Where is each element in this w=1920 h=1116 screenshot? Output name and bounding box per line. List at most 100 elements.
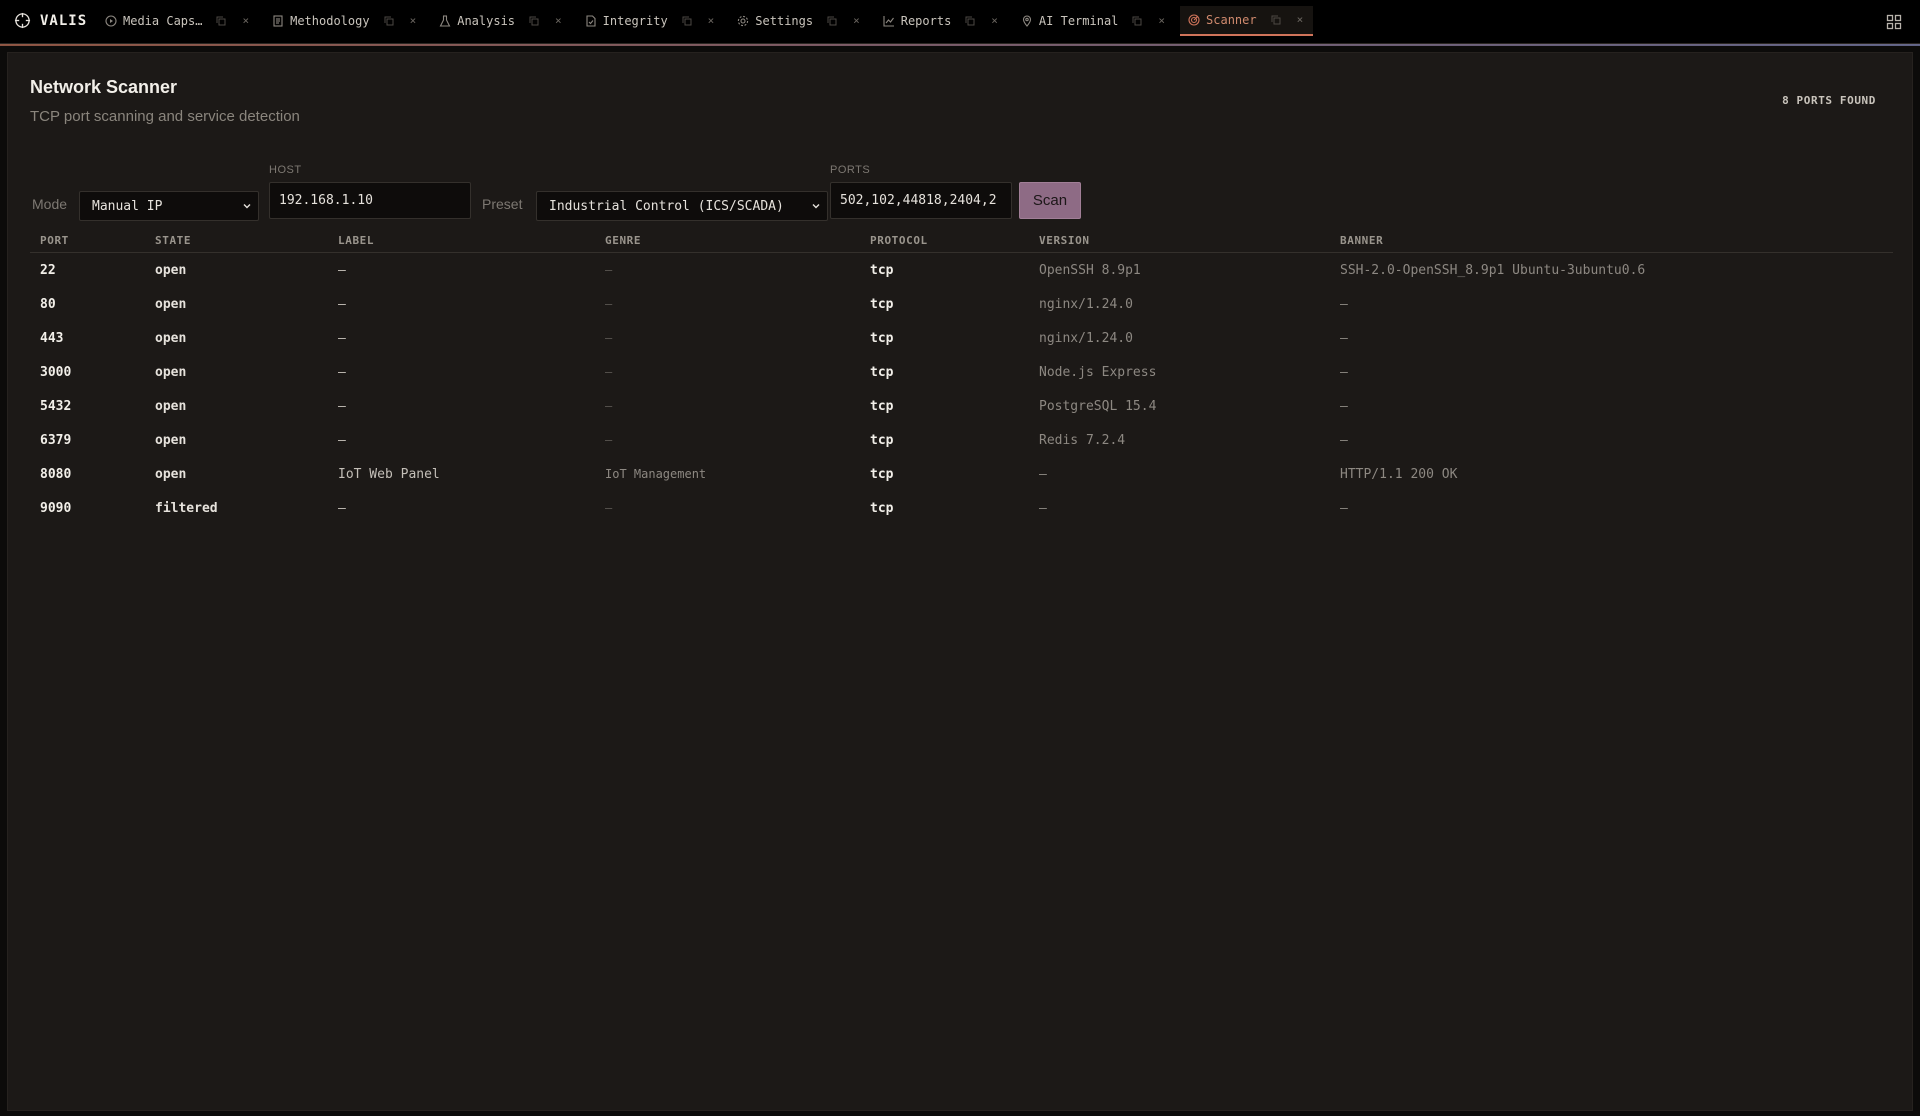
- duplicate-icon[interactable]: [529, 16, 539, 26]
- duplicate-icon[interactable]: [384, 16, 394, 26]
- table-row[interactable]: 6379 open — — tcp Redis 7.2.4 —: [30, 424, 1893, 458]
- cell-banner: SSH-2.0-OpenSSH_8.9p1 Ubuntu-3ubuntu0.6: [1340, 263, 1646, 278]
- cell-state: open: [155, 263, 187, 278]
- tab-label: AI Terminal: [1038, 13, 1119, 28]
- tab-ai-terminal[interactable]: AI Terminal ×: [1013, 6, 1175, 36]
- tab-methodology[interactable]: Methodology ×: [264, 6, 426, 36]
- tab-settings[interactable]: Settings ×: [729, 6, 869, 36]
- cell-protocol: tcp: [870, 467, 894, 482]
- cell-label: IoT Web Panel: [338, 467, 440, 482]
- mode-select-value: Manual IP: [92, 198, 163, 214]
- tab-scanner[interactable]: Scanner ×: [1180, 5, 1314, 36]
- chevron-down-icon: [243, 204, 251, 209]
- cell-protocol: tcp: [870, 263, 894, 278]
- col-header-banner[interactable]: BANNER: [1340, 234, 1383, 247]
- line-chart-icon: [883, 15, 894, 27]
- ports-found-count: 8 PORTS FOUND: [1782, 94, 1876, 107]
- close-icon[interactable]: ×: [708, 14, 715, 27]
- tab-label: Integrity: [602, 13, 668, 28]
- cell-genre: IoT Management: [605, 467, 707, 481]
- cell-port: 443: [40, 331, 64, 346]
- table-row[interactable]: 9090 filtered — — tcp — —: [30, 492, 1893, 526]
- close-icon[interactable]: ×: [242, 14, 249, 27]
- tab-label: Scanner: [1206, 12, 1257, 27]
- cell-banner: —: [1340, 433, 1348, 448]
- tab-label: Reports: [900, 13, 952, 28]
- cell-protocol: tcp: [870, 297, 894, 312]
- flask-icon: [439, 14, 451, 27]
- grid-layout-icon[interactable]: [1886, 14, 1902, 30]
- gear-icon: [738, 15, 749, 26]
- tab-label: Settings: [755, 13, 814, 28]
- ports-input[interactable]: 502,102,44818,2404,2: [830, 182, 1012, 219]
- top-tab-bar: VALIS Media Caps… × Methodology × Analys…: [0, 0, 1920, 45]
- col-header-label[interactable]: LABEL: [338, 234, 374, 247]
- table-row[interactable]: 3000 open — — tcp Node.js Express —: [30, 356, 1893, 390]
- table-row[interactable]: 443 open — — tcp nginx/1.24.0 —: [30, 322, 1893, 356]
- page-subtitle: TCP port scanning and service detection: [30, 108, 300, 125]
- table-row[interactable]: 5432 open — — tcp PostgreSQL 15.4 —: [30, 390, 1893, 424]
- cell-label: —: [338, 501, 346, 516]
- chevron-down-icon: [812, 204, 820, 209]
- cell-version: OpenSSH 8.9p1: [1039, 263, 1141, 278]
- cell-state: open: [155, 433, 187, 448]
- duplicate-icon[interactable]: [682, 16, 692, 26]
- close-icon[interactable]: ×: [1297, 13, 1304, 26]
- cell-port: 80: [40, 297, 56, 312]
- tab-media-capsule[interactable]: Media Caps… ×: [97, 6, 259, 36]
- col-header-genre[interactable]: GENRE: [605, 234, 641, 247]
- close-icon[interactable]: ×: [853, 14, 860, 27]
- mode-label: Mode: [32, 196, 68, 212]
- table-row[interactable]: 22 open — — tcp OpenSSH 8.9p1 SSH-2.0-Op…: [30, 254, 1893, 288]
- duplicate-icon[interactable]: [827, 16, 837, 26]
- cell-banner: —: [1340, 501, 1348, 516]
- brand[interactable]: VALIS: [14, 12, 87, 29]
- cell-protocol: tcp: [870, 433, 894, 448]
- duplicate-icon[interactable]: [1132, 16, 1142, 26]
- duplicate-icon[interactable]: [1271, 15, 1281, 25]
- col-header-protocol[interactable]: PROTOCOL: [870, 234, 928, 247]
- cell-label: —: [338, 297, 346, 312]
- cell-version: nginx/1.24.0: [1039, 297, 1133, 312]
- tab-label: Analysis: [457, 13, 516, 28]
- cell-label: —: [338, 399, 346, 414]
- ports-caption: PORTS: [830, 164, 871, 176]
- duplicate-icon[interactable]: [216, 16, 226, 26]
- tab-reports[interactable]: Reports ×: [875, 6, 1008, 36]
- cell-port: 5432: [40, 399, 72, 414]
- table-row[interactable]: 8080 open IoT Web Panel IoT Management t…: [30, 458, 1893, 492]
- tab-integrity[interactable]: Integrity ×: [577, 6, 725, 36]
- close-icon[interactable]: ×: [1158, 14, 1165, 27]
- results-table-header: PORT STATE LABEL GENRE PROTOCOL VERSION …: [30, 230, 1893, 253]
- app-name: VALIS: [40, 12, 88, 29]
- duplicate-icon[interactable]: [965, 16, 975, 26]
- cell-label: —: [338, 365, 346, 380]
- cell-banner: —: [1340, 331, 1348, 346]
- cell-label: —: [338, 263, 346, 278]
- mode-select[interactable]: Manual IP: [79, 191, 259, 221]
- page-title: Network Scanner: [30, 77, 178, 97]
- close-icon[interactable]: ×: [555, 14, 562, 27]
- table-row[interactable]: 80 open — — tcp nginx/1.24.0 —: [30, 288, 1893, 322]
- close-icon[interactable]: ×: [991, 14, 998, 27]
- file-check-icon: [586, 14, 596, 27]
- col-header-version[interactable]: VERSION: [1039, 234, 1090, 247]
- scan-button[interactable]: Scan: [1019, 182, 1081, 219]
- cell-protocol: tcp: [870, 501, 894, 516]
- cell-state: open: [155, 467, 187, 482]
- host-input[interactable]: 192.168.1.10: [269, 182, 471, 219]
- cell-version: PostgreSQL 15.4: [1039, 399, 1157, 414]
- ports-input-value: 502,102,44818,2404,2: [840, 193, 997, 208]
- cell-state: filtered: [155, 501, 218, 516]
- topbar-accent-line: [0, 44, 1920, 46]
- crosshair-logo-icon: [14, 12, 31, 29]
- cell-label: —: [338, 331, 346, 346]
- preset-select[interactable]: Industrial Control (ICS/SCADA): [536, 191, 828, 221]
- close-icon[interactable]: ×: [410, 14, 417, 27]
- tab-analysis[interactable]: Analysis ×: [431, 6, 571, 36]
- col-header-port[interactable]: PORT: [40, 234, 69, 247]
- col-header-state[interactable]: STATE: [155, 234, 191, 247]
- cell-genre: —: [605, 297, 613, 311]
- cell-protocol: tcp: [870, 399, 894, 414]
- cell-banner: —: [1340, 297, 1348, 312]
